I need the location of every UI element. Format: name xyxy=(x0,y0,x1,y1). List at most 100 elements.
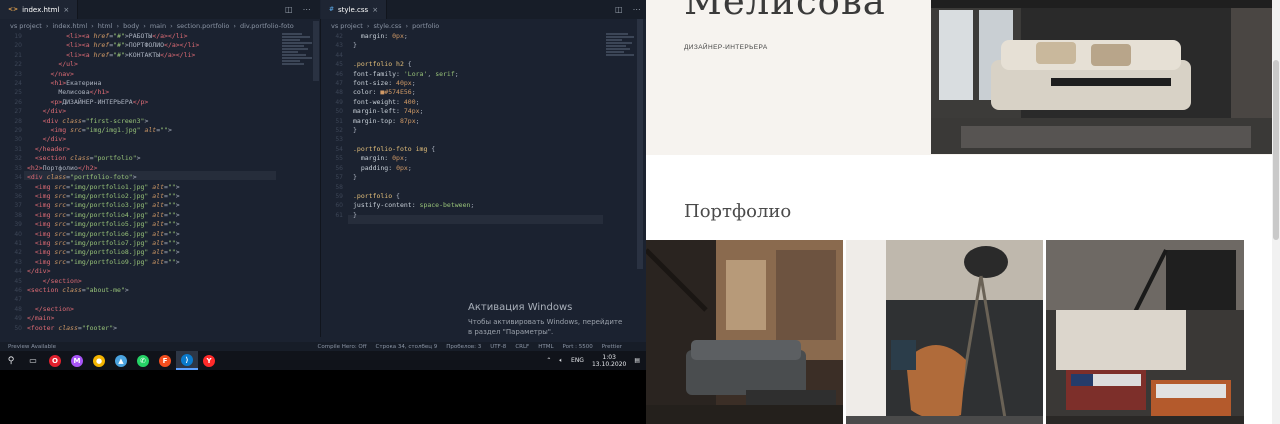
breadcrumb-item[interactable]: body xyxy=(123,22,139,30)
code-line[interactable]: .portfolio { xyxy=(353,192,603,201)
messenger-icon[interactable]: M xyxy=(66,351,88,370)
code-line[interactable]: </nav> xyxy=(27,70,282,79)
code-line[interactable]: <img src="img/portfolio9.jpg" alt=""> xyxy=(27,258,282,267)
code-line[interactable]: font-size: 40px; xyxy=(353,79,603,88)
breadcrumb-item[interactable]: section.portfolio xyxy=(177,22,230,30)
code-line[interactable]: <div class="first-screen3"> xyxy=(27,117,282,126)
chevron-up-icon[interactable]: ⌃ xyxy=(546,357,551,364)
cursor-position[interactable]: Строка 34, столбец 9 xyxy=(376,344,438,350)
code-line[interactable]: </div> xyxy=(27,135,282,144)
code-line[interactable]: <img src="img/portfolio6.jpg" alt=""> xyxy=(27,230,282,239)
code-line[interactable]: font-family: 'Lora', serif; xyxy=(353,70,603,79)
language-mode[interactable]: HTML xyxy=(538,344,553,350)
code-line[interactable] xyxy=(27,295,282,304)
code-line[interactable]: font-weight: 400; xyxy=(353,98,603,107)
code-line[interactable]: } xyxy=(353,126,603,135)
code-line[interactable]: Мелисова</h1> xyxy=(27,88,282,97)
css-code[interactable]: margin: 0px;} .portfolio h2 {font-family… xyxy=(353,32,603,220)
code-line[interactable]: </main> xyxy=(27,314,282,323)
tab-style-css[interactable]: # style.css × xyxy=(321,0,388,19)
breadcrumb-item[interactable]: style.css xyxy=(373,22,401,30)
yandex-icon[interactable]: Y xyxy=(198,351,220,370)
tab-index-html[interactable]: <> index.html × xyxy=(0,0,79,19)
live-server-port[interactable]: Port : 5500 xyxy=(563,344,593,350)
code-line[interactable]: </ul> xyxy=(27,60,282,69)
opera-icon[interactable]: O xyxy=(44,351,66,370)
scrollbar-right[interactable] xyxy=(636,19,644,337)
code-line[interactable] xyxy=(353,183,603,192)
code-line[interactable]: .portfolio-foto img { xyxy=(353,145,603,154)
figma-icon[interactable]: F xyxy=(154,351,176,370)
code-line[interactable]: } xyxy=(353,211,603,220)
volume-icon[interactable]: 🔈︎ xyxy=(559,357,563,365)
code-line[interactable]: <li><a href="#">РАБОТЫ</a></li> xyxy=(27,32,282,41)
code-line[interactable]: <img src="img/img1.jpg" alt=""> xyxy=(27,126,282,135)
minimap-right[interactable] xyxy=(606,32,640,77)
code-line[interactable]: <img src="img/portfolio7.jpg" alt=""> xyxy=(27,239,282,248)
breadcrumb-item[interactable]: index.html xyxy=(52,22,87,30)
keyboard-language[interactable]: ENG xyxy=(571,357,584,364)
breadcrumb-item[interactable]: vs project xyxy=(10,22,42,30)
code-line[interactable]: <div class="portfolio-foto"> xyxy=(27,173,282,182)
breadcrumb-item[interactable]: div.portfolio-foto xyxy=(240,22,294,30)
code-line[interactable]: margin-left: 74px; xyxy=(353,107,603,116)
code-line[interactable]: margin: 0px; xyxy=(353,154,603,163)
code-line[interactable]: <img src="img/portfolio8.jpg" alt=""> xyxy=(27,248,282,257)
code-line[interactable]: </div> xyxy=(27,107,282,116)
split-editor-icon[interactable]: ◫ xyxy=(285,5,293,14)
code-line[interactable] xyxy=(353,135,603,144)
code-line[interactable]: <img src="img/portfolio3.jpg" alt=""> xyxy=(27,201,282,210)
code-line[interactable]: } xyxy=(353,41,603,50)
split-editor-icon[interactable]: ◫ xyxy=(615,5,623,14)
task-view-icon[interactable]: ▭ xyxy=(22,351,44,370)
chrome-icon[interactable]: ● xyxy=(88,351,110,370)
code-line[interactable]: </section> xyxy=(27,305,282,314)
vscode-icon[interactable]: ⟩ xyxy=(176,351,198,370)
search-icon[interactable]: ⚲ xyxy=(0,351,22,370)
code-line[interactable]: </header> xyxy=(27,145,282,154)
code-line[interactable]: <footer class="footer"> xyxy=(27,324,282,333)
close-icon[interactable]: × xyxy=(63,6,69,14)
close-icon[interactable]: × xyxy=(372,6,378,14)
code-line[interactable]: <img src="img/portfolio2.jpg" alt=""> xyxy=(27,192,282,201)
code-line[interactable]: <h2>Портфолио</h2> xyxy=(27,164,282,173)
clock[interactable]: 1:03 13.10.2020 xyxy=(592,354,626,368)
more-icon[interactable]: ⋯ xyxy=(633,5,641,14)
indentation[interactable]: Пробелов: 3 xyxy=(446,344,481,350)
photos-icon[interactable]: ▲ xyxy=(110,351,132,370)
notification-icon[interactable]: ▤ xyxy=(634,357,640,364)
more-icon[interactable]: ⋯ xyxy=(303,5,311,14)
code-line[interactable]: <img src="img/portfolio4.jpg" alt=""> xyxy=(27,211,282,220)
whatsapp-icon[interactable]: ✆ xyxy=(132,351,154,370)
code-line[interactable]: </section> xyxy=(27,277,282,286)
code-line[interactable]: <h1>Екатерина xyxy=(27,79,282,88)
code-line[interactable]: <img src="img/portfolio5.jpg" alt=""> xyxy=(27,220,282,229)
code-line[interactable]: color: ■#574E56; xyxy=(353,88,603,97)
code-line[interactable]: } xyxy=(353,173,603,182)
code-line[interactable]: margin: 0px; xyxy=(353,32,603,41)
code-line[interactable]: <section class="about-me"> xyxy=(27,286,282,295)
code-line[interactable]: <section class="portfolio"> xyxy=(27,154,282,163)
code-line[interactable]: <li><a href="#">ПОРТФОЛИО</a></li> xyxy=(27,41,282,50)
scrollbar-thumb[interactable] xyxy=(1273,60,1279,240)
breadcrumb-item[interactable]: portfolio xyxy=(412,22,439,30)
breadcrumb-item[interactable]: vs project xyxy=(331,22,363,30)
code-line[interactable]: padding: 0px; xyxy=(353,164,603,173)
code-line[interactable]: </div> xyxy=(27,267,282,276)
breadcrumb-item[interactable]: main xyxy=(150,22,166,30)
code-line[interactable]: margin-top: 87px; xyxy=(353,117,603,126)
preview-available[interactable]: Preview Available xyxy=(8,344,56,350)
html-code[interactable]: <li><a href="#">РАБОТЫ</a></li> <li><a h… xyxy=(27,32,282,333)
code-line[interactable]: <li><a href="#">КОНТАКТЫ</a></li> xyxy=(27,51,282,60)
code-line[interactable]: <img src="img/portfolio1.jpg" alt=""> xyxy=(27,183,282,192)
line-endings[interactable]: CRLF xyxy=(515,344,529,350)
prettier-status[interactable]: Prettier xyxy=(602,344,622,350)
code-line[interactable]: <p>ДИЗАЙНЕР-ИНТЕРЬЕРА</p> xyxy=(27,98,282,107)
code-line[interactable]: .portfolio h2 { xyxy=(353,60,603,69)
code-line[interactable] xyxy=(353,51,603,60)
code-line[interactable]: justify-content: space-between; xyxy=(353,201,603,210)
minimap-left[interactable] xyxy=(282,32,316,77)
breadcrumb-item[interactable]: html xyxy=(98,22,113,30)
page-scrollbar[interactable] xyxy=(1272,0,1280,424)
compile-hero-status[interactable]: Compile Hero: Off xyxy=(318,344,367,350)
